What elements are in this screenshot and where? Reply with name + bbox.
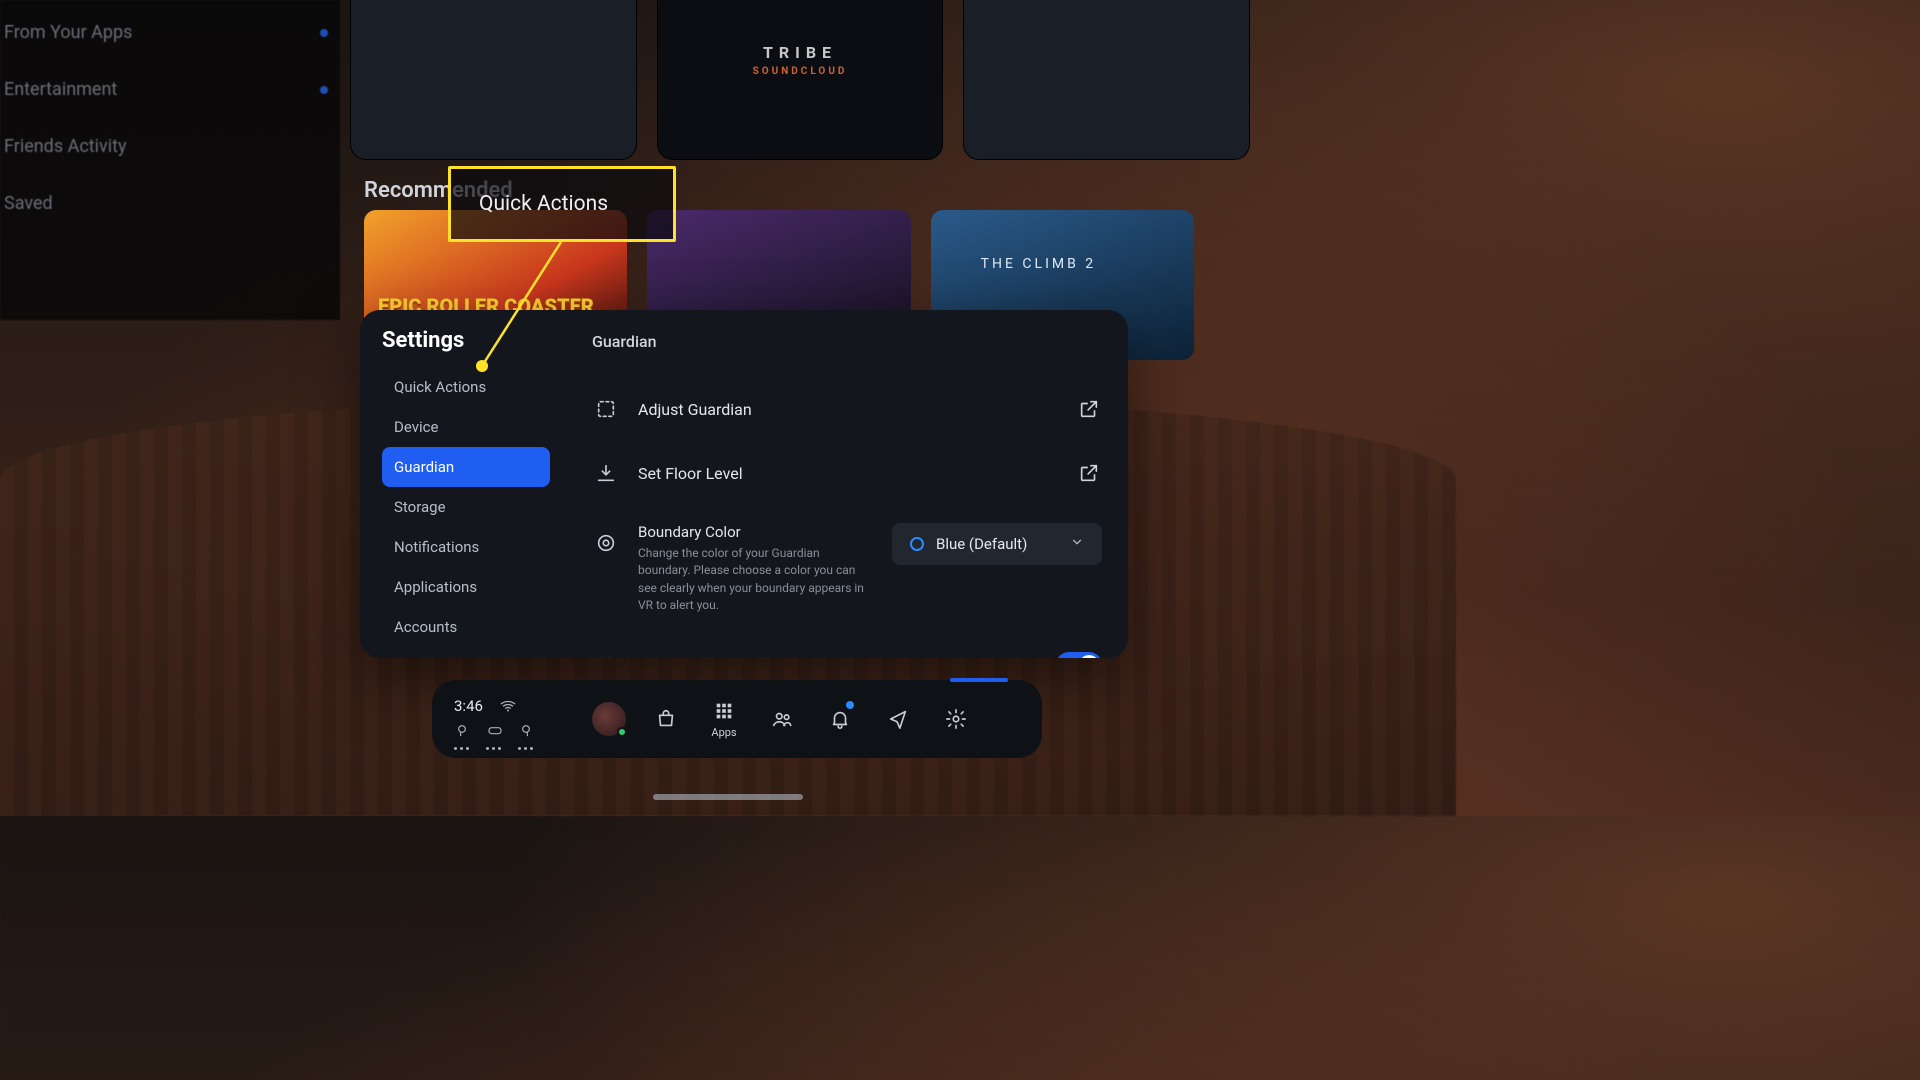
open-external-icon	[1076, 460, 1102, 486]
tribe-card: TRIBE SOUNDCLOUD	[657, 0, 944, 160]
row-passthrough-shortcut: Passthrough Shortcut	[592, 633, 1102, 658]
boundary-color-icon	[592, 529, 620, 557]
open-external-icon	[1076, 396, 1102, 422]
dock-status: 3:46	[454, 697, 536, 741]
background-cards-row: TRIBE SOUNDCLOUD	[350, 0, 1250, 160]
dock-store-button[interactable]	[648, 695, 684, 743]
annotation-dot-icon	[476, 360, 488, 372]
dock-people-button[interactable]	[764, 695, 800, 743]
bg-nav-item: From Your Apps	[4, 22, 132, 43]
row-label: Passthrough Shortcut	[638, 655, 1038, 658]
sidebar-item-quick-actions[interactable]: Quick Actions	[382, 367, 550, 407]
settings-title: Settings	[382, 328, 556, 353]
row-description: Change the color of your Guardian bounda…	[638, 545, 874, 615]
unread-dot-icon	[320, 29, 328, 37]
headset-icon	[486, 723, 504, 741]
passthrough-icon	[592, 651, 620, 658]
row-label: Set Floor Level	[638, 464, 1058, 483]
settings-sidebar: Settings Quick Actions Device Guardian S…	[360, 310, 566, 658]
dock-share-button[interactable]	[880, 695, 916, 743]
sidebar-item-storage[interactable]: Storage	[382, 487, 550, 527]
background-left-nav: From Your Apps Entertainment Friends Act…	[0, 0, 340, 320]
annotation-callout: Quick Actions	[448, 166, 676, 242]
profile-avatar[interactable]	[592, 702, 626, 736]
row-boundary-color: Boundary Color Change the color of your …	[592, 505, 1102, 633]
dock-apps-label: Apps	[711, 726, 736, 739]
bg-nav-item: Friends Activity	[4, 136, 127, 157]
floor-level-icon	[592, 459, 620, 487]
content-header: Guardian	[592, 332, 1102, 351]
unread-dot-icon	[320, 86, 328, 94]
home-indicator[interactable]	[653, 794, 803, 800]
row-title: Boundary Color	[638, 523, 874, 541]
bg-nav-item: Saved	[4, 193, 53, 214]
online-status-icon	[617, 727, 627, 737]
left-controller-icon	[454, 723, 472, 741]
boundary-color-select[interactable]: Blue (Default)	[892, 523, 1102, 565]
chevron-down-icon	[1070, 535, 1084, 553]
callout-label: Quick Actions	[479, 192, 608, 216]
color-swatch-icon	[910, 537, 924, 551]
dock-active-indicator	[950, 678, 1008, 682]
row-label: Adjust Guardian	[638, 400, 1058, 419]
sidebar-item-accounts[interactable]: Accounts	[382, 607, 550, 647]
dock-settings-button[interactable]	[938, 695, 974, 743]
passthrough-toggle[interactable]	[1056, 652, 1102, 658]
dock-notifications-button[interactable]	[822, 695, 858, 743]
card-caption: THE CLIMB 2	[981, 256, 1097, 272]
system-dock: 3:46 Apps	[432, 680, 1042, 758]
sidebar-item-applications[interactable]: Applications	[382, 567, 550, 607]
bg-nav-item: Entertainment	[4, 79, 117, 100]
settings-panel: Settings Quick Actions Device Guardian S…	[360, 310, 1128, 658]
row-set-floor-level[interactable]: Set Floor Level	[592, 441, 1102, 505]
boundary-box-icon	[592, 395, 620, 423]
right-controller-icon	[518, 723, 536, 741]
sidebar-item-notifications[interactable]: Notifications	[382, 527, 550, 567]
sidebar-item-device[interactable]: Device	[382, 407, 550, 447]
row-adjust-guardian[interactable]: Adjust Guardian	[592, 377, 1102, 441]
dock-apps-button[interactable]: Apps	[706, 695, 742, 743]
wifi-icon	[499, 697, 517, 715]
clock: 3:46	[454, 697, 483, 715]
sidebar-item-guardian[interactable]: Guardian	[382, 447, 550, 487]
notification-badge-icon	[846, 701, 854, 709]
select-value: Blue (Default)	[936, 535, 1058, 553]
settings-content: Guardian Adjust Guardian Set Floor Level	[566, 310, 1128, 658]
